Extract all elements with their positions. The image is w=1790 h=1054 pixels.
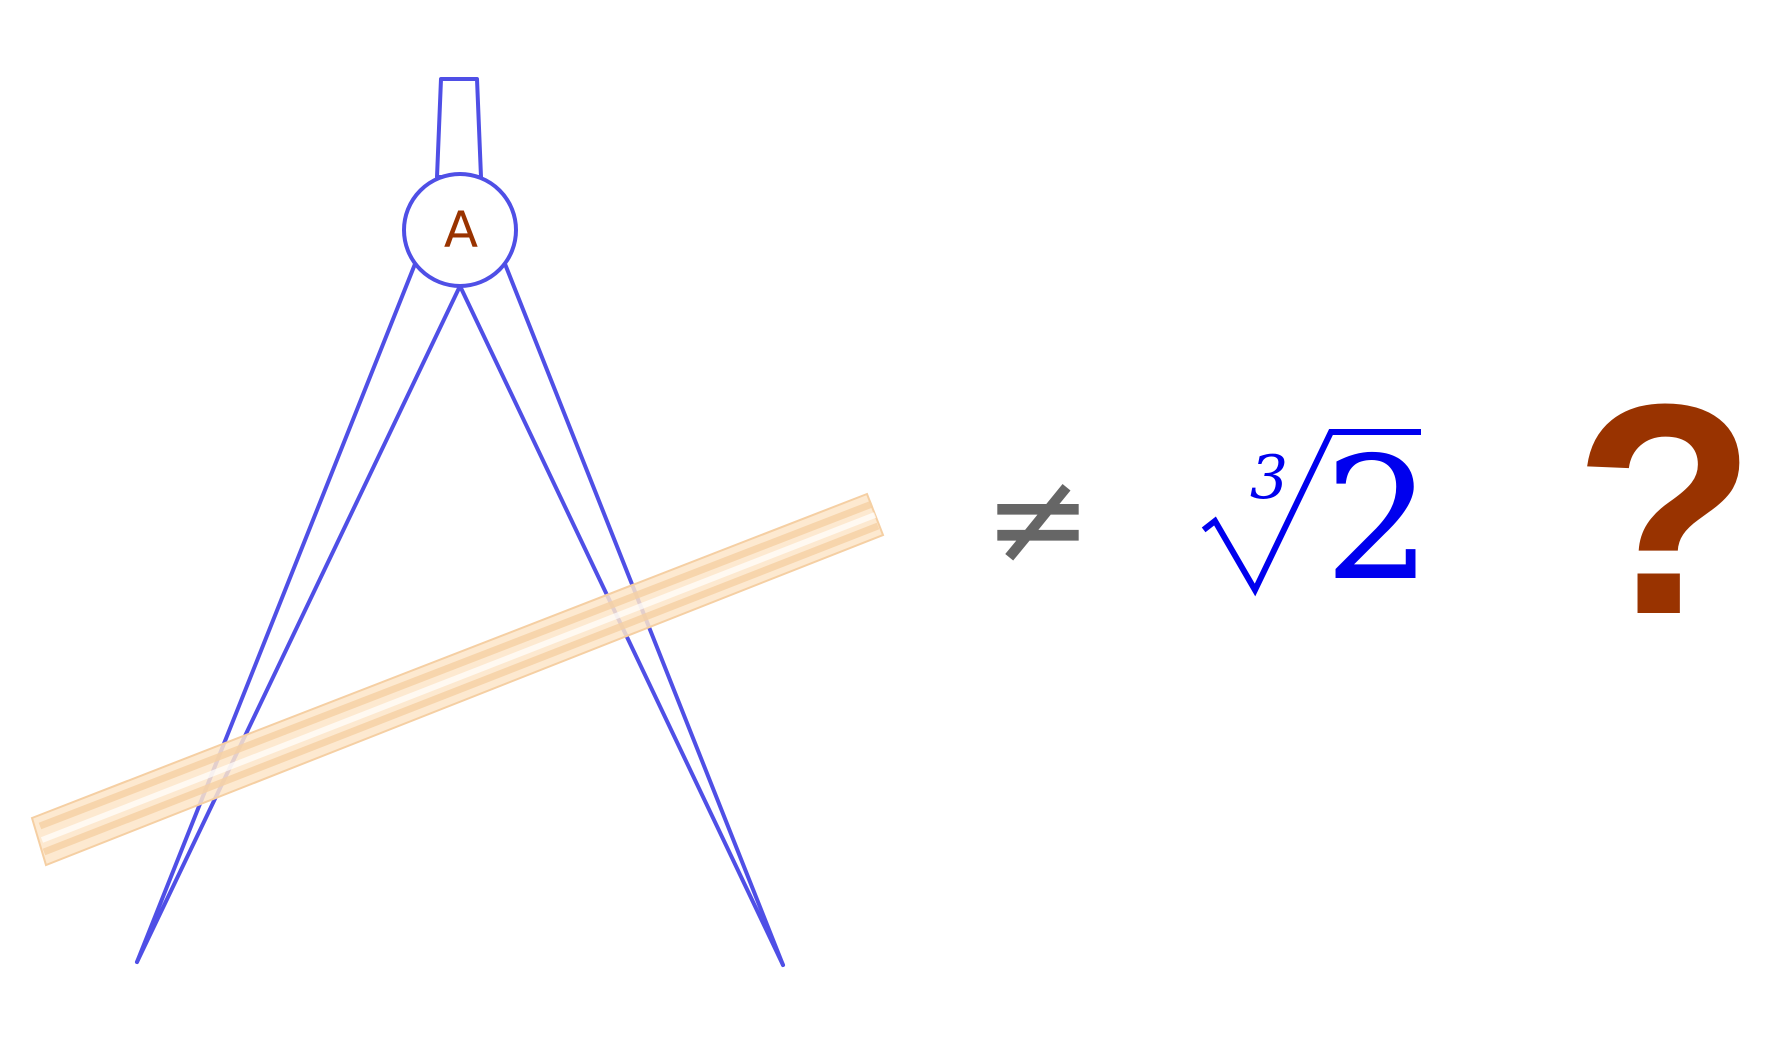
root-radicand: 2 <box>1324 421 1432 619</box>
not-equal-sign: ≠ <box>984 442 1093 594</box>
root-index: 3 <box>1250 443 1288 513</box>
straightedge-icon <box>30 492 885 867</box>
construction-diagram: A ≠ 3 2 ? <box>30 77 1757 967</box>
straightedge-center-line <box>40 512 877 843</box>
compass-left-leg-inner <box>135 284 462 964</box>
compass-handle <box>435 77 483 179</box>
straightedge-shade-top <box>38 500 874 830</box>
compass-left-leg-outer <box>135 262 417 964</box>
cube-root-expression: 3 2 <box>1201 421 1432 619</box>
straightedge-shade-bottom <box>42 522 880 856</box>
compass-label: A <box>444 201 478 259</box>
question-mark: ? <box>1573 341 1756 677</box>
